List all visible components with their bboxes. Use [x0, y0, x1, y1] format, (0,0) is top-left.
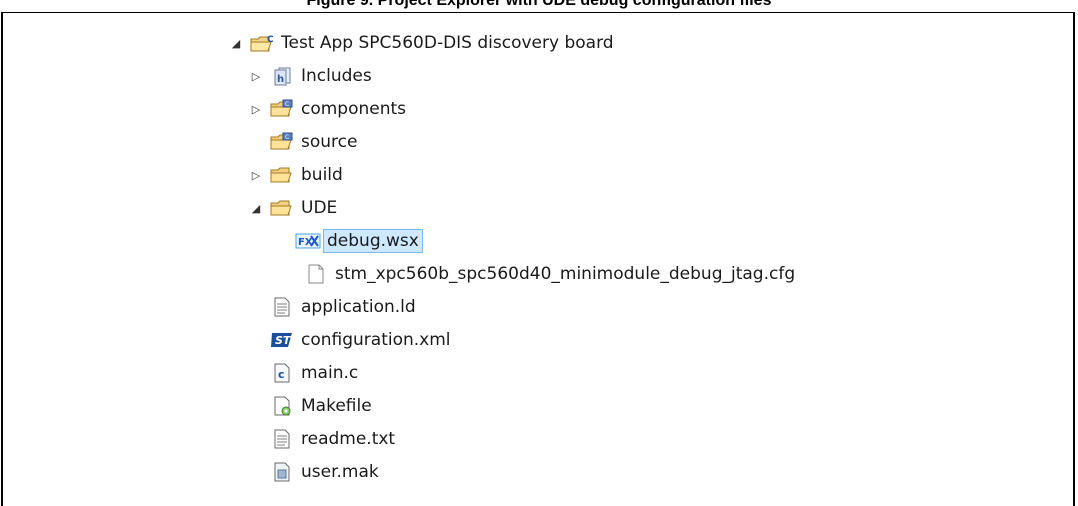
collapse-arrow-icon[interactable]: ◢: [229, 36, 243, 50]
svg-text:ST: ST: [275, 334, 292, 347]
expand-arrow-icon[interactable]: ▷: [249, 69, 263, 83]
tree-item-includes[interactable]: ▷ h Includes: [249, 61, 372, 91]
st-logo-icon: ST: [269, 329, 295, 351]
tree-item-build[interactable]: ▷ build: [249, 160, 343, 190]
tree-item-label: Includes: [301, 66, 372, 86]
tree-item-label: Makefile: [301, 396, 372, 416]
tree-item-label: UDE: [301, 198, 338, 218]
tree-item-label: stm_xpc560b_spc560d40_minimodule_debug_j…: [335, 264, 796, 284]
svg-text:C: C: [285, 101, 289, 108]
folder-icon: [269, 164, 295, 186]
tree-item-label: debug.wsx: [323, 229, 423, 253]
text-file-icon: [303, 263, 329, 285]
text-file-icon: [269, 428, 295, 450]
collapse-arrow-icon[interactable]: ◢: [249, 201, 263, 215]
svg-text:c: c: [278, 368, 285, 381]
tree-item-label: user.mak: [301, 462, 379, 482]
tree-item-configuration-xml[interactable]: ST configuration.xml: [269, 325, 451, 355]
tree-item-application-ld[interactable]: application.ld: [269, 292, 416, 322]
project-explorer-panel: ◢ C Test App SPC560D-DIS discovery board…: [1, 12, 1075, 506]
tree-item-label: Test App SPC560D-DIS discovery board: [281, 33, 614, 53]
tree-item-makefile[interactable]: Makefile: [269, 391, 372, 421]
tree-item-label: components: [301, 99, 407, 119]
svg-text:h: h: [277, 74, 284, 85]
folder-icon: [269, 197, 295, 219]
tree-item-label: build: [301, 165, 343, 185]
tree-item-components[interactable]: ▷ C components: [249, 94, 406, 124]
tree-item-label: main.c: [301, 363, 359, 383]
expand-arrow-icon[interactable]: ▷: [249, 168, 263, 182]
source-folder-icon: C: [269, 131, 295, 153]
tree-item-label: readme.txt: [301, 429, 396, 449]
svg-text:C: C: [285, 134, 289, 141]
svg-text:C: C: [267, 35, 274, 45]
tree-item-user-mak[interactable]: user.mak: [269, 457, 379, 487]
tree-item-readme-txt[interactable]: readme.txt: [269, 424, 395, 454]
c-file-icon: c: [269, 362, 295, 384]
tree-item-debug-wsx[interactable]: FX debug.wsx: [295, 226, 423, 256]
tree-item-ude[interactable]: ◢ UDE: [249, 193, 338, 223]
tree-item-jtag-cfg[interactable]: stm_xpc560b_spc560d40_minimodule_debug_j…: [303, 259, 795, 289]
mak-file-icon: [269, 461, 295, 483]
tree-item-label: source: [301, 132, 358, 152]
tree-item-main-c[interactable]: c main.c: [269, 358, 358, 388]
tree-item-source[interactable]: C source: [269, 127, 357, 157]
makefile-icon: [269, 395, 295, 417]
c-project-icon: C: [249, 32, 275, 54]
expand-arrow-icon[interactable]: ▷: [249, 102, 263, 116]
svg-text:FX: FX: [298, 237, 313, 248]
source-folder-icon: C: [269, 98, 295, 120]
text-file-icon: [269, 296, 295, 318]
includes-icon: h: [269, 65, 295, 87]
figure-caption: Figure 9. Project Explorer with UDE debu…: [306, 0, 772, 9]
workspace-icon: FX: [295, 230, 321, 252]
tree-item-label: application.ld: [301, 297, 416, 317]
tree-item-label: configuration.xml: [301, 330, 451, 350]
tree-item-project[interactable]: ◢ C Test App SPC560D-DIS discovery board: [229, 28, 614, 58]
